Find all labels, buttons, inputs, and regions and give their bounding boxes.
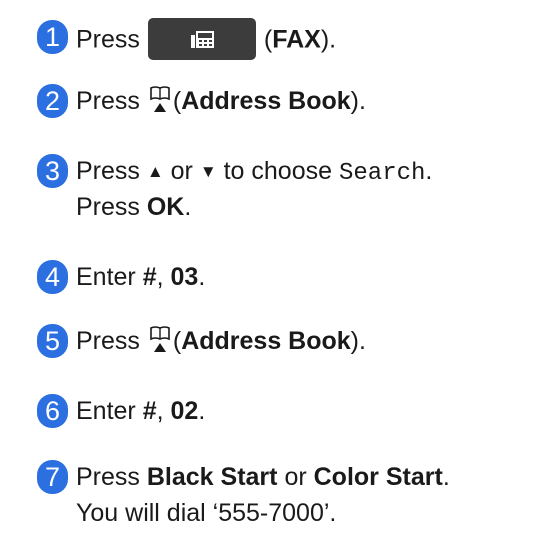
code-value: 03 xyxy=(170,263,199,291)
step-word: Press xyxy=(76,193,140,221)
black-start-label: Black Start xyxy=(146,463,278,491)
paren-close: ). xyxy=(350,87,366,115)
step-word: Press xyxy=(76,463,140,491)
step-word: or xyxy=(170,157,193,185)
step-number-badge: 4 xyxy=(37,260,68,294)
step-text: Press (Address Book). xyxy=(76,84,366,118)
step-text: Enter #, 02. xyxy=(76,394,205,428)
address-book-icon[interactable] xyxy=(149,324,171,354)
step-word: Enter xyxy=(76,263,136,291)
step-1: 1 Press (FAX). xyxy=(0,16,541,76)
up-arrow-icon: ▲ xyxy=(146,162,164,181)
paren-open: ( xyxy=(172,327,182,355)
paren-open: ( xyxy=(263,25,273,54)
step-text-line-2: You will dial ‘555-7000’. xyxy=(76,499,337,527)
step-word: Press xyxy=(76,87,140,115)
step-5: 5 Press (Address Book). xyxy=(0,320,541,380)
step-word: Press xyxy=(76,25,140,54)
punctuation: , xyxy=(156,397,164,425)
step-word: to choose xyxy=(223,157,333,185)
paren-close: ). xyxy=(320,25,337,54)
step-text: Press (FAX). xyxy=(76,18,337,62)
step-text-line-1: Press Black Start or Color Start. xyxy=(76,460,450,494)
down-arrow-icon: ▼ xyxy=(199,162,217,181)
punctuation: . xyxy=(425,157,433,185)
punctuation: , xyxy=(156,263,164,291)
step-word: Press xyxy=(76,327,140,355)
step-number-badge: 5 xyxy=(37,324,68,358)
punctuation: . xyxy=(184,193,192,221)
step-number-badge: 1 xyxy=(37,20,68,54)
step-4: 4 Enter #, 03. xyxy=(0,256,541,316)
step-3: 3 Press ▲ or ▼ to choose Search. Press O… xyxy=(0,150,541,240)
punctuation: . xyxy=(198,263,206,291)
step-2: 2 Press (Address Book). xyxy=(0,80,541,140)
step-word: or xyxy=(284,463,307,491)
paren-close: ). xyxy=(350,327,366,355)
step-7: 7 Press Black Start or Color Start. You … xyxy=(0,456,541,546)
address-book-label: Address Book xyxy=(181,87,351,115)
step-6: 6 Enter #, 02. xyxy=(0,390,541,450)
hash-key: # xyxy=(142,397,157,425)
step-number-badge: 3 xyxy=(37,154,68,188)
step-word: Enter xyxy=(76,397,136,425)
step-text-line-1: Press ▲ or ▼ to choose Search. xyxy=(76,154,432,191)
paren-open: ( xyxy=(172,87,182,115)
color-start-label: Color Start xyxy=(313,463,443,491)
step-number-badge: 7 xyxy=(37,460,68,494)
menu-option-search: Search xyxy=(338,160,426,187)
ok-label: OK xyxy=(146,193,185,221)
step-word: Press xyxy=(76,157,140,185)
address-book-label: Address Book xyxy=(181,327,351,355)
fax-label: FAX xyxy=(272,25,321,54)
code-value: 02 xyxy=(170,397,199,425)
punctuation: . xyxy=(442,463,450,491)
step-text: Press (Address Book). xyxy=(76,324,366,358)
address-book-icon[interactable] xyxy=(149,84,171,114)
punctuation: . xyxy=(198,397,206,425)
fax-icon xyxy=(190,31,214,48)
step-text-line-2: Press OK. xyxy=(76,190,191,224)
step-number-badge: 2 xyxy=(37,84,68,118)
hash-key: # xyxy=(142,263,157,291)
fax-button[interactable] xyxy=(147,18,256,60)
step-number-badge: 6 xyxy=(37,394,68,428)
step-text: Enter #, 03. xyxy=(76,260,205,294)
